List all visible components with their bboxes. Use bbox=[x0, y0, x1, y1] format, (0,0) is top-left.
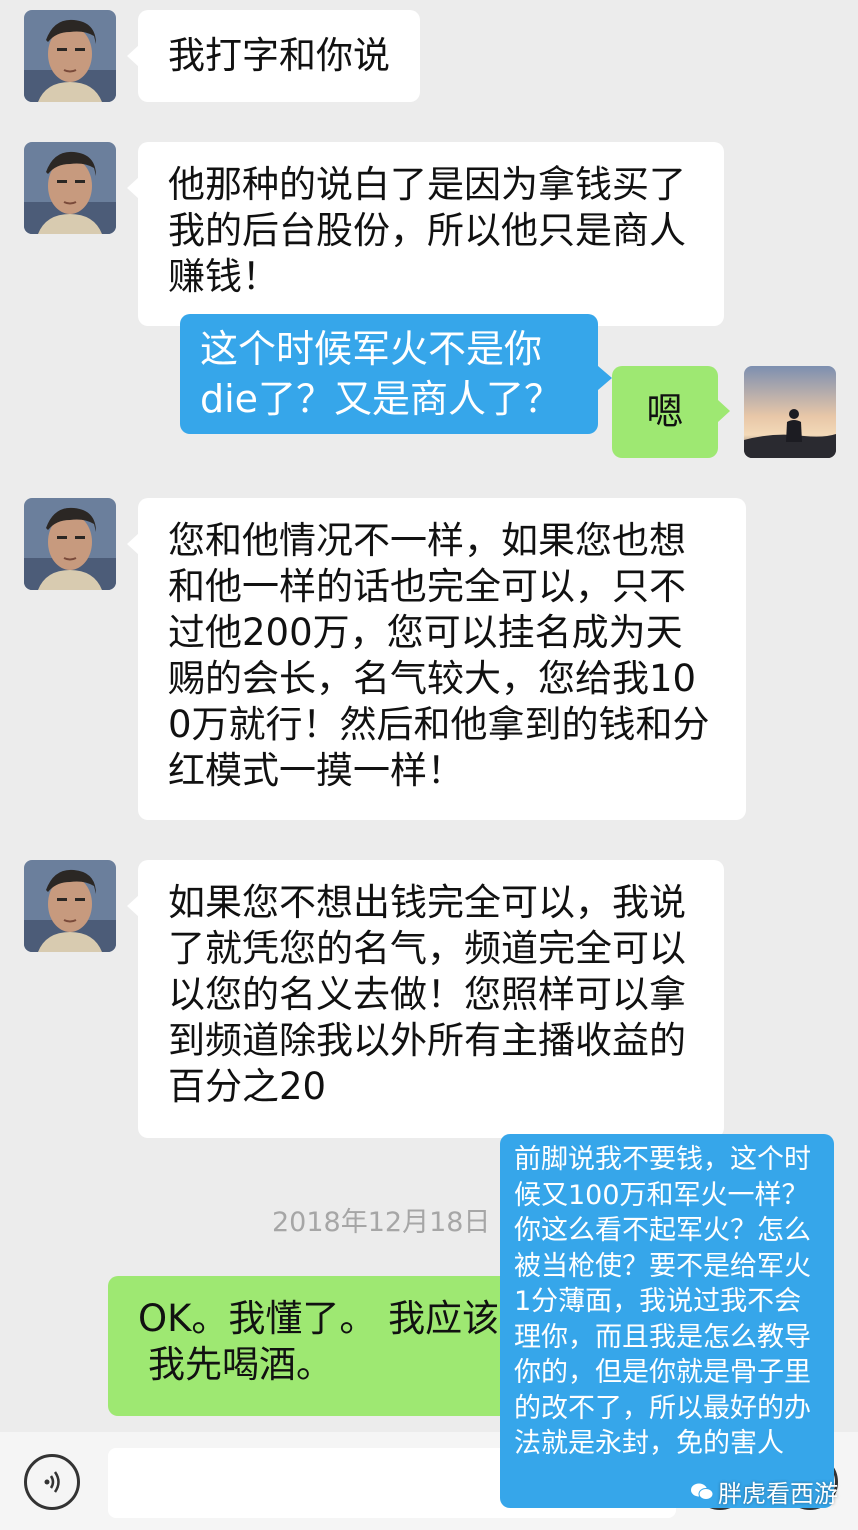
contact-avatar[interactable] bbox=[24, 142, 116, 234]
wechat-icon bbox=[691, 1483, 714, 1500]
annotation-overlay: 前脚说我不要钱，这个时候又100万和军火一样？你这么看不起军火？怎么被当枪使？要… bbox=[500, 1134, 834, 1508]
annotation-text: 这个时候军火不是你die了？又是商人了？ bbox=[200, 327, 563, 421]
annotation-overlay: 这个时候军火不是你die了？又是商人了？ bbox=[180, 314, 598, 434]
voice-button[interactable] bbox=[24, 1454, 80, 1510]
contact-avatar[interactable] bbox=[24, 860, 116, 952]
avatar-image bbox=[24, 10, 116, 102]
watermark-text: 胖虎看西游 bbox=[718, 1480, 838, 1508]
avatar-image bbox=[24, 498, 116, 590]
contact-avatar[interactable] bbox=[24, 498, 116, 590]
avatar-image bbox=[744, 366, 836, 458]
message-text: 我打字和你说 bbox=[168, 34, 390, 77]
annotation-tail bbox=[598, 366, 612, 390]
user-avatar[interactable] bbox=[744, 366, 836, 458]
message-bubble-outgoing[interactable]: 嗯 bbox=[612, 366, 718, 458]
message-text: 如果您不想出钱完全可以，我说了就凭您的名气，频道完全可以以您的名义去做！您照样可… bbox=[168, 881, 686, 1108]
message-bubble-incoming[interactable]: 他那种的说白了是因为拿钱买了我的后台股份，所以他只是商人赚钱！ bbox=[138, 142, 724, 326]
message-text: 您和他情况不一样，如果您也想和他一样的话也完全可以，只不过他200万，您可以挂名… bbox=[168, 519, 710, 792]
message-bubble-incoming[interactable]: 您和他情况不一样，如果您也想和他一样的话也完全可以，只不过他200万，您可以挂名… bbox=[138, 498, 746, 820]
avatar-image bbox=[24, 860, 116, 952]
contact-avatar[interactable] bbox=[24, 10, 116, 102]
annotation-text: 前脚说我不要钱，这个时候又100万和军火一样？你这么看不起军火？怎么被当枪使？要… bbox=[514, 1144, 811, 1459]
watermark: 胖虎看西游 bbox=[690, 1474, 838, 1509]
voice-icon bbox=[44, 1471, 60, 1493]
timestamp: 2018年12月18日 bbox=[272, 1207, 491, 1238]
message-text: 他那种的说白了是因为拿钱买了我的后台股份，所以他只是商人赚钱！ bbox=[168, 163, 686, 298]
bubble-tail bbox=[718, 400, 730, 422]
message-text: 嗯 bbox=[646, 390, 684, 433]
avatar-image bbox=[24, 142, 116, 234]
message-bubble-incoming[interactable]: 如果您不想出钱完全可以，我说了就凭您的名气，频道完全可以以您的名义去做！您照样可… bbox=[138, 860, 724, 1138]
message-bubble-incoming[interactable]: 我打字和你说 bbox=[138, 10, 420, 102]
